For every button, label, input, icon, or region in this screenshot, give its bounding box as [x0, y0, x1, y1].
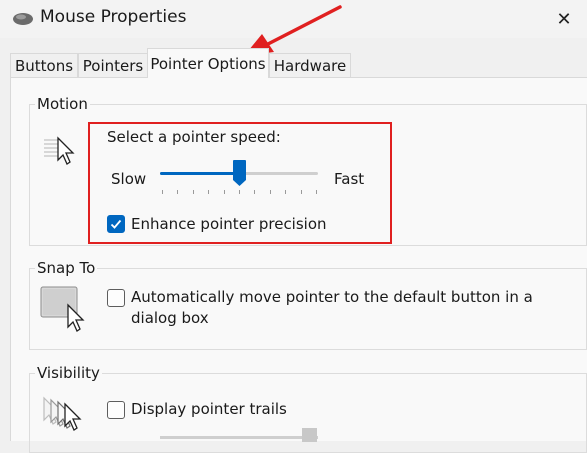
snap-to-checkbox[interactable]	[107, 289, 125, 307]
tab-pointers[interactable]: Pointers	[78, 53, 148, 77]
motion-group-label: Motion	[35, 95, 90, 113]
trails-length-slider-track[interactable]	[160, 436, 318, 439]
title-bar: Mouse Properties ✕	[0, 0, 587, 38]
pointer-trails-icon	[43, 396, 82, 431]
trails-length-slider-thumb[interactable]	[302, 428, 317, 442]
snap-to-icon	[40, 286, 85, 332]
close-button[interactable]: ✕	[541, 0, 587, 38]
snap-to-group	[29, 268, 587, 350]
close-icon: ✕	[556, 8, 572, 30]
tab-hardware[interactable]: Hardware	[269, 53, 351, 77]
visibility-group-label: Visibility	[35, 364, 102, 382]
snap-to-group-label: Snap To	[35, 259, 98, 277]
annotation-highlight-box	[88, 122, 392, 244]
pointer-trails-checkbox[interactable]	[107, 401, 125, 419]
tab-pointer-options[interactable]: Pointer Options	[147, 48, 269, 78]
window-title: Mouse Properties	[40, 7, 187, 27]
pointer-trails-label[interactable]: Display pointer trails	[131, 400, 287, 418]
mouse-device-icon	[13, 13, 33, 25]
snap-to-label-line2[interactable]: dialog box	[131, 309, 209, 327]
tab-buttons[interactable]: Buttons	[10, 53, 78, 77]
pointer-speed-icon	[44, 136, 75, 165]
snap-to-label-line1[interactable]: Automatically move pointer to the defaul…	[131, 288, 533, 306]
